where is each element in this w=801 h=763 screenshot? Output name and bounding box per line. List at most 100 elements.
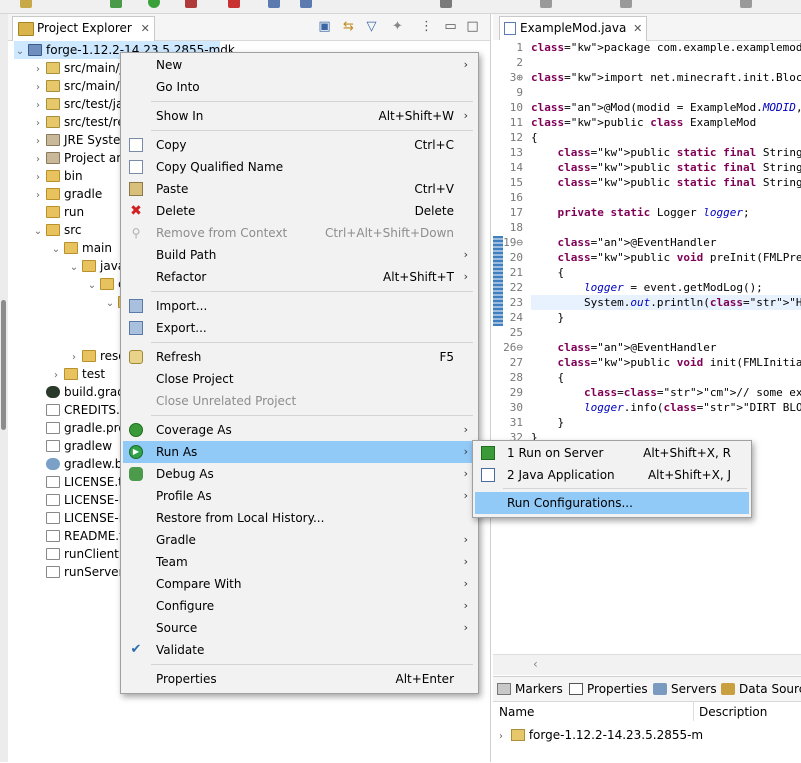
tree-item[interactable]: LICENSE-P	[32, 491, 126, 509]
code-line[interactable]: class="an">@EventHandler	[531, 340, 717, 355]
toolbar-icon[interactable]: ✦	[391, 20, 404, 33]
minimize-icon[interactable]: ▭	[444, 20, 457, 33]
menu-item-restore-from-local-history[interactable]: Restore from Local History...	[123, 507, 476, 529]
toolbar-icon[interactable]	[228, 0, 240, 8]
menu-item-new[interactable]: New ›	[123, 54, 476, 76]
tree-item[interactable]: ⌄ main	[50, 239, 112, 257]
tree-item[interactable]: ⌄c	[86, 275, 125, 293]
code-line[interactable]: logger = event.getModLog();	[531, 280, 763, 295]
menu-item-import[interactable]: Import...	[123, 295, 476, 317]
horizontal-scrollbar[interactable]: ‹	[493, 654, 801, 675]
view-menu-icon[interactable]: ⋮	[420, 20, 433, 33]
tree-item[interactable]: runServer.	[32, 563, 126, 581]
menu-item-validate[interactable]: ✔ Validate	[123, 639, 476, 661]
tree-item[interactable]: › src/main/j	[32, 59, 123, 77]
tab-properties[interactable]: Properties	[569, 680, 648, 698]
tree-item[interactable]: gradlew.ba	[32, 455, 130, 473]
close-icon[interactable]: ✕	[141, 17, 150, 40]
tree-item[interactable]: › JRE Systen	[32, 131, 128, 149]
tree-item[interactable]: README.t	[32, 527, 124, 545]
tree-item[interactable]: › bin	[32, 167, 83, 185]
menu-item-source[interactable]: Source ›	[123, 617, 476, 639]
code-line[interactable]: class="kw">public static final String MO…	[531, 145, 801, 160]
menu-item-show-in[interactable]: Show In Alt+Shift+W ›	[123, 105, 476, 127]
menu-item-compare-with[interactable]: Compare With ›	[123, 573, 476, 595]
code-line[interactable]: class="kw">public class ExampleMod	[531, 115, 756, 130]
menu-item-copy[interactable]: Copy Ctrl+C	[123, 134, 476, 156]
collapse-all-icon[interactable]: ▣	[318, 20, 331, 33]
code-line[interactable]: class="kw">public void init(FMLInitializ…	[531, 355, 801, 370]
menu-item-debug-as[interactable]: Debug As ›	[123, 463, 476, 485]
toolbar-icon[interactable]	[440, 0, 452, 8]
menu-item-run-as[interactable]: ▶ Run As ›	[123, 441, 476, 463]
code-line[interactable]: }	[531, 415, 564, 430]
expand-icon[interactable]: ⌄	[32, 223, 44, 241]
toolbar-icon[interactable]	[268, 0, 280, 8]
code-line[interactable]: class="an">@Mod(modid = ExampleMod.MODID…	[531, 100, 801, 115]
menu-item-team[interactable]: Team ›	[123, 551, 476, 573]
tree-item[interactable]: LICENSE-P	[32, 509, 126, 527]
menu-item-refresh[interactable]: Refresh F5	[123, 346, 476, 368]
tree-item[interactable]: ⌄ java	[68, 257, 125, 275]
code-line[interactable]: class="kw">public static final String VE…	[531, 175, 801, 190]
menu-item-remove-from-context[interactable]: ⚲ Remove from Context Ctrl+Alt+Shift+Down	[123, 222, 476, 244]
menu-item-build-path[interactable]: Build Path ›	[123, 244, 476, 266]
tree-item[interactable]: › test	[50, 365, 105, 383]
close-icon[interactable]: ✕	[633, 17, 642, 40]
code-line[interactable]: {	[531, 370, 564, 385]
tree-item[interactable]: run	[32, 203, 84, 221]
code-line[interactable]: }	[531, 310, 564, 325]
collapse-icon[interactable]: ›	[499, 731, 503, 742]
menu-item-close-project[interactable]: Close Project	[123, 368, 476, 390]
expand-icon[interactable]: ⌄	[14, 43, 26, 61]
editor-tab-examplemod[interactable]: ExampleMod.java ✕	[499, 16, 648, 41]
menu-item-export[interactable]: Export...	[123, 317, 476, 339]
menu-item-java-application[interactable]: 2 Java Application Alt+Shift+X, J	[475, 464, 749, 486]
link-editor-icon[interactable]: ⇆	[342, 20, 355, 33]
code-line[interactable]: System.out.println(class="str">"HEllo!!!…	[531, 295, 801, 310]
menu-item-run-on-server[interactable]: 1 Run on Server Alt+Shift+X, R	[475, 442, 749, 464]
tree-item[interactable]: runClient.l	[32, 545, 126, 563]
project-explorer-tab[interactable]: Project Explorer ✕	[12, 16, 155, 41]
code-line[interactable]: {	[531, 130, 538, 145]
toolbar-icon[interactable]	[185, 0, 197, 8]
expand-icon[interactable]: ⌄	[68, 259, 80, 277]
server-row[interactable]: › forge-1.12.2-14.23.5.2855-m	[499, 726, 703, 744]
code-area[interactable]: class="kw">package com.example.examplemo…	[493, 40, 801, 652]
menu-item-profile-as[interactable]: Profile As ›	[123, 485, 476, 507]
menu-item-refactor[interactable]: Refactor Alt+Shift+T ›	[123, 266, 476, 288]
tree-item[interactable]: CREDITS.t	[32, 401, 125, 419]
toolbar-icon[interactable]	[540, 0, 552, 8]
code-line[interactable]: private static Logger logger;	[531, 205, 750, 220]
expand-icon[interactable]: ⌄	[50, 241, 62, 259]
menu-item-paste[interactable]: Paste Ctrl+V	[123, 178, 476, 200]
toolbar-icon[interactable]	[300, 0, 312, 8]
tree-item[interactable]: › src/test/ja	[32, 95, 123, 113]
menu-item-delete[interactable]: ✖ Delete Delete	[123, 200, 476, 222]
menu-item-coverage-as[interactable]: Coverage As ›	[123, 419, 476, 441]
menu-item-go-into[interactable]: Go Into	[123, 76, 476, 98]
tree-item[interactable]: › src/test/re	[32, 113, 125, 131]
code-line[interactable]: class="kw">public static final String NA…	[531, 160, 801, 175]
code-line[interactable]: {	[531, 265, 564, 280]
menu-item-run-configurations[interactable]: Run Configurations...	[475, 492, 749, 514]
tree-item[interactable]: ⌄ src	[32, 221, 82, 239]
menu-item-properties[interactable]: Properties Alt+Enter	[123, 668, 476, 690]
code-line[interactable]: class="kw">public void preInit(FMLPreIni…	[531, 250, 801, 265]
toolbar-icon[interactable]	[20, 0, 32, 8]
expand-icon[interactable]: ⌄	[86, 277, 98, 295]
tree-item[interactable]: › gradle	[32, 185, 102, 203]
menu-item-close-unrelated-project[interactable]: Close Unrelated Project	[123, 390, 476, 412]
code-line[interactable]: logger.info(class="str">"DIRT BLOCK >> {…	[531, 400, 801, 415]
column-header-name[interactable]: Name	[499, 705, 534, 719]
menu-item-configure[interactable]: Configure ›	[123, 595, 476, 617]
tab-data-source[interactable]: Data Source	[721, 680, 801, 698]
tree-item[interactable]: gradlew	[32, 437, 112, 455]
left-scrollbar[interactable]	[1, 300, 6, 430]
tree-item[interactable]: LICENSE.tx	[32, 473, 130, 491]
code-line[interactable]: class=class="str">"cm">// some example c…	[531, 385, 801, 400]
filter-icon[interactable]: ▽	[365, 20, 378, 33]
maximize-icon[interactable]: □	[466, 20, 479, 33]
code-line[interactable]: class="kw">import net.minecraft.init.Blo…	[531, 70, 801, 85]
menu-item-copy-qualified-name[interactable]: Copy Qualified Name	[123, 156, 476, 178]
